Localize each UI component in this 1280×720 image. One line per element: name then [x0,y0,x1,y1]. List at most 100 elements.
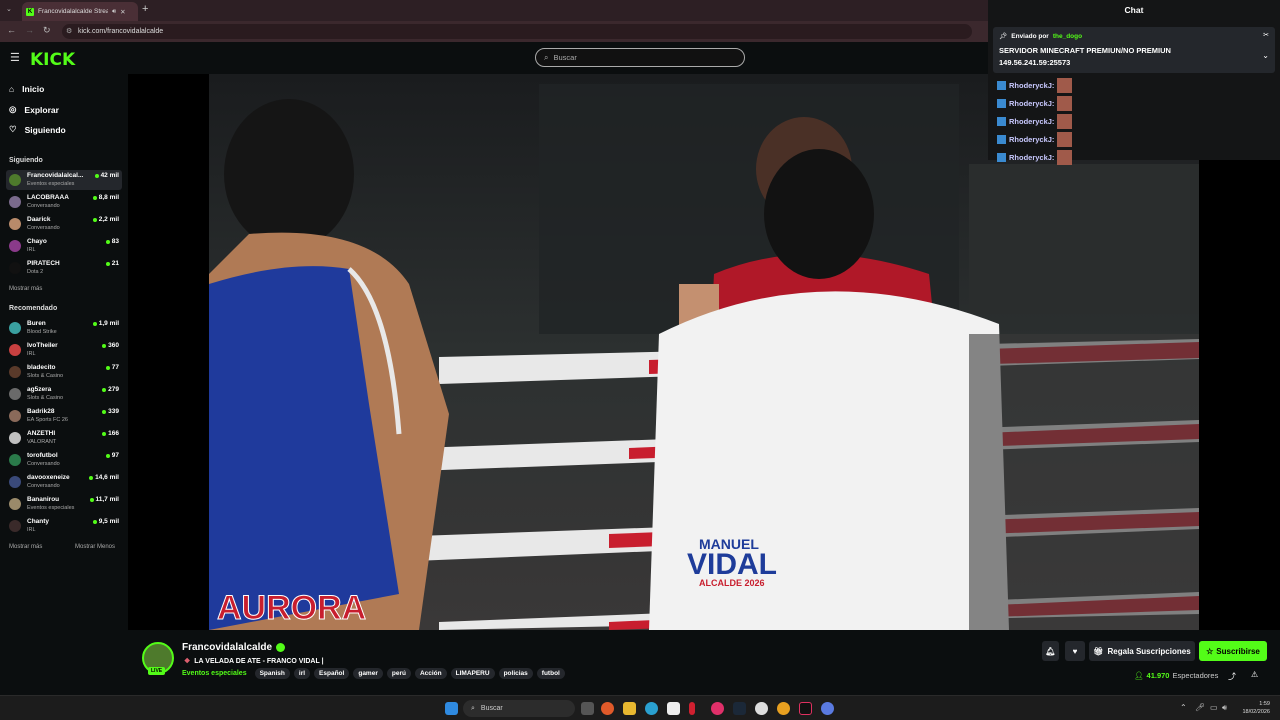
channel-avatar [9,240,21,252]
warning-icon[interactable]: ⚠ [1251,670,1258,679]
follow-button[interactable]: ♥ [1065,641,1085,661]
url-field[interactable]: ⚙ kick.com/francovidalalcalde [62,24,972,39]
channel-item[interactable]: Buren Blood Strike 1,9 mil [6,318,122,338]
channel-category: Slots & Casino [27,395,64,401]
notification-button[interactable]: 🔔︎ [1042,641,1059,661]
chat-username[interactable]: RhoderyckJ: [1009,99,1054,108]
close-tab-icon[interactable]: ✕ [120,8,125,16]
back-icon[interactable]: ← [7,25,16,35]
recommended-show-more[interactable]: Mostrar más [9,544,42,550]
clock[interactable]: 1:59 18/02/2026 [1236,700,1270,716]
channel-item[interactable]: bladecito Slots & Casino 77 [6,362,122,382]
tab-list-chevron-icon[interactable]: ⌄ [6,5,12,13]
channel-item[interactable]: Badrik28 EA Sports FC 26 339 [6,406,122,426]
nav-following[interactable]: ♡ Siguiendo [9,124,66,135]
media-player-icon[interactable] [711,702,724,715]
taskbar-search[interactable]: ⌕ Buscar [463,700,575,717]
channel-name[interactable]: Francovidalalcalde [182,642,272,653]
chat-message[interactable]: RhoderyckJ: [997,132,1073,147]
tag[interactable]: Acción [414,668,447,679]
chat-message[interactable]: RhoderyckJ: [997,114,1073,129]
channel-category: Conversando [27,225,60,231]
viewer-count: 8,8 mil [92,194,119,201]
channel-item[interactable]: PIRATECH Dota 2 21 [6,258,122,278]
kick-logo[interactable]: KICK [30,50,75,70]
channel-item[interactable]: Francovidalalcal... Eventos especiales 42 … [6,170,122,190]
share-icon[interactable]: ⤴ [1228,671,1236,682]
edge-icon[interactable] [645,702,658,715]
chat-message[interactable]: RhoderyckJ: [997,150,1073,165]
recommended-show-less[interactable]: Mostrar Menos [75,544,115,550]
site-info-icon[interactable]: ⚙ [66,27,72,35]
channel-item[interactable]: ag5zera Slots & Casino 279 [6,384,122,404]
chat-username[interactable]: RhoderyckJ: [1009,81,1054,90]
badge-icon [997,153,1006,162]
task-view-icon[interactable] [581,702,594,715]
menu-icon[interactable]: ☰ [10,51,20,64]
browser-tab[interactable]: K Francovidalalcalde Stream 🔊︎ ✕ [22,2,138,21]
stream-category[interactable]: Eventos especiales [182,670,247,677]
tiktok-icon[interactable] [799,702,812,715]
banner-text: AURORA [217,589,366,627]
nav-explore[interactable]: ◎ Explorar [9,104,59,115]
channel-item[interactable]: IvoTheiler IRL 360 [6,340,122,360]
chat-message[interactable]: RhoderyckJ: [997,78,1073,93]
volume-icon[interactable]: 🔊︎ [1222,703,1227,713]
chat-username[interactable]: RhoderyckJ: [1009,117,1054,126]
reload-icon[interactable]: ↻ [43,25,51,36]
tag[interactable]: futbol [536,668,565,679]
chat-message[interactable]: RhoderyckJ: [997,96,1073,111]
chat-username[interactable]: RhoderyckJ: [1009,153,1054,162]
tag[interactable]: policias [498,668,533,679]
obs-icon[interactable] [755,702,768,715]
notepad-icon[interactable] [667,702,680,715]
new-tab-icon[interactable]: + [142,3,148,15]
tag[interactable]: irl [293,668,311,679]
pinned-line2: 149.56.241.59:25573 [999,58,1071,67]
channel-item[interactable]: Chayo IRL 83 [6,236,122,256]
windows-start-icon[interactable] [445,702,458,715]
file-explorer-icon[interactable] [623,702,636,715]
star-icon: ☆ [1206,646,1214,656]
channel-category: Conversando [27,461,60,467]
tag[interactable]: LIMAPERU [450,668,495,679]
speaker-icon[interactable]: 🔊︎ [112,8,116,16]
channel-item[interactable]: LACOBRAAA Conversando 8,8 mil [6,192,122,212]
subscribe-button[interactable]: ☆ Suscribirse [1199,641,1267,661]
tag[interactable]: Spanish [254,668,290,679]
pinned-user[interactable]: the_dogo [1053,33,1082,40]
tag[interactable]: gamer [353,668,383,679]
microphone-icon[interactable]: 🎤︎ [1195,703,1205,712]
search-input[interactable]: ⌕ Buscar [535,48,745,67]
tag[interactable]: Español [314,668,350,679]
steam-icon[interactable] [733,702,746,715]
channel-item[interactable]: Chanty IRL 9,5 mil [6,516,122,536]
channel-category: Conversando [27,483,60,489]
tray-chevron-icon[interactable]: ⌃ [1180,703,1187,712]
channel-item[interactable]: torofutbol Conversando 97 [6,450,122,470]
channel-item[interactable]: Bananirou Eventos especiales 11,7 mil [6,494,122,514]
unpin-icon[interactable]: ✂ [1263,31,1269,39]
nav-home-label: Inicio [22,84,45,94]
channel-avatar [9,520,21,532]
battery-icon[interactable]: ▭ [1210,703,1218,712]
gift-subs-button[interactable]: 🎁︎ Regala Suscripciones [1089,641,1195,661]
forward-icon[interactable]: → [25,25,34,35]
pinned-message[interactable]: 📌︎ Enviado por the_dogo ✂ SERVIDOR MINEC… [993,27,1275,73]
channel-name: Chayo [27,238,47,245]
channel-name: ag5zera [27,386,52,393]
chrome-icon[interactable] [777,702,790,715]
discord-icon[interactable] [821,702,834,715]
firefox-icon[interactable] [601,702,614,715]
channel-item[interactable]: davooxeneize Conversando 14,6 mil [6,472,122,492]
chevron-down-icon[interactable]: ⌄ [1262,51,1269,60]
following-show-more[interactable]: Mostrar más [9,286,42,292]
nav-home[interactable]: ⌂ Inicio [9,84,44,94]
opera-icon[interactable] [689,702,695,715]
channel-category: Eventos especiales [27,181,75,187]
chat-username[interactable]: RhoderyckJ: [1009,135,1054,144]
pinned-line1: SERVIDOR MINECRAFT PREMIUN/NO PREMIUN [999,46,1171,55]
channel-item[interactable]: Daarick Conversando 2,2 mil [6,214,122,234]
channel-item[interactable]: ANZETHI VALORANT 166 [6,428,122,448]
tag[interactable]: perú [386,668,411,679]
